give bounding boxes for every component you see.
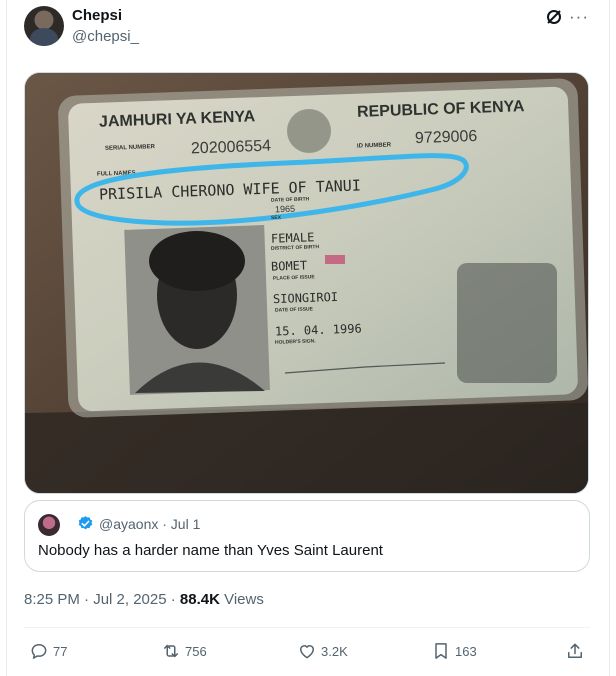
heart-icon [300,645,314,659]
repost-button[interactable]: 756 [161,640,207,662]
bookmark-icon [435,643,447,659]
post-meta: 8:25 PM · Jul 2, 2025 · 88.4K Views [24,591,264,608]
repost-icon [164,644,178,658]
share-icon [568,643,582,658]
id-serial-number: 202006554 [190,137,272,158]
bookmark-button[interactable]: 163 [431,640,477,662]
like-button[interactable]: 3.2K [297,640,348,662]
quoted-author-avatar[interactable] [38,514,60,536]
reply-button[interactable]: 77 [29,640,67,662]
reply-icon [31,644,47,659]
reply-count: 77 [53,643,68,659]
action-divider [24,627,590,628]
more-icon[interactable]: ··· [569,7,589,27]
like-count: 3.2K [321,643,348,659]
post-media-image[interactable]: JAMHURI YA KENYA REPUBLIC OF KENYA SERIA… [24,72,589,494]
frame-border-left [6,0,7,676]
id-number-value: 9729006 [414,127,478,148]
verified-badge-icon [78,516,93,530]
frame-border-right [609,0,610,676]
quoted-post[interactable]: @ayaonx · Jul 1 Nobody has a harder name… [24,500,590,572]
bookmark-count: 163 [455,643,477,659]
repost-count: 756 [185,643,207,659]
author-handle[interactable]: @chepsi_ [72,28,139,45]
id-dob-value: 1965 [274,203,296,215]
quoted-handle-time[interactable]: @ayaonx · Jul 1 [99,516,200,532]
views-label: Views [219,591,264,608]
quoted-text: Nobody has a harder name than Yves Saint… [38,542,383,559]
id-district-value: BOMET [270,258,308,274]
share-button[interactable] [565,640,585,662]
id-number-label: ID NUMBER [356,142,392,150]
views-count: 88.4K [179,591,220,608]
id-sex-label: SEX [270,214,282,222]
author-display-name[interactable]: Chepsi [72,7,122,24]
post-timestamp[interactable]: 8:25 PM · Jul 2, 2025 · [24,591,180,608]
id-sex-value: FEMALE [270,230,315,246]
id-card-photo [25,73,588,493]
grok-icon[interactable] [545,8,563,26]
id-place-value: SIONGIROI [272,289,339,307]
author-avatar[interactable] [24,6,64,46]
